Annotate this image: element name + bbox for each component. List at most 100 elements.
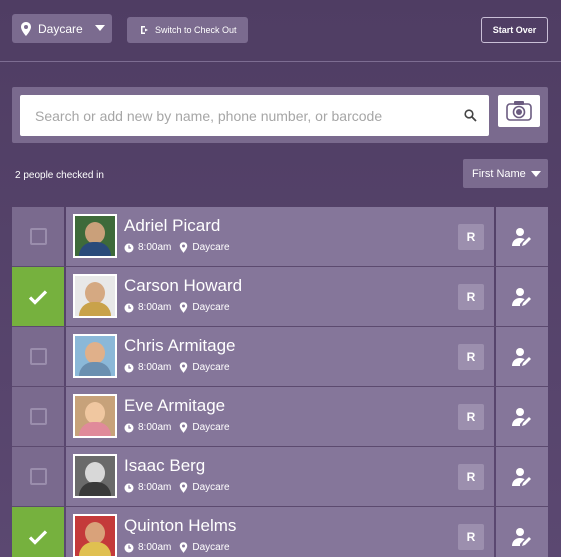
sort-label: First Name [472,167,526,180]
edit-person-button[interactable] [496,327,548,386]
person-location: Daycare [192,302,230,313]
sort-select[interactable]: First Name [463,159,548,188]
person-meta: 8:00am Daycare [124,242,230,253]
checkin-time: 8:00am [138,422,172,433]
checkin-time: 8:00am [138,362,172,373]
map-pin-icon [180,482,188,493]
reprint-button[interactable]: R [458,464,484,490]
person-info[interactable]: Adriel Picard 8:00am Daycare R [66,207,494,266]
clock-icon [124,423,134,432]
person-location: Daycare [192,242,230,253]
camera-icon [506,101,532,121]
person-name: Chris Armitage [124,336,236,355]
person-meta: 8:00am Daycare [124,302,230,313]
person-location: Daycare [192,422,230,433]
edit-user-icon [512,347,531,366]
person-name: Carson Howard [124,276,243,295]
list-item[interactable]: Adriel Picard 8:00am Daycare R [12,207,548,267]
person-name: Adriel Picard [124,216,221,235]
map-pin-icon [21,21,31,36]
start-over-button[interactable]: Start Over [481,17,548,43]
row-checkbox[interactable] [12,507,64,557]
checkin-time: 8:00am [138,482,172,493]
row-checkbox[interactable] [12,387,64,446]
list-item[interactable]: Chris Armitage 8:00am Daycare R [12,327,548,387]
checkin-time: 8:00am [138,302,172,313]
avatar [73,214,117,258]
map-pin-icon [180,542,188,553]
person-location: Daycare [192,542,230,553]
checkbox-box [29,348,47,365]
edit-user-icon [512,527,531,546]
people-list: Adriel Picard 8:00am Daycare R Carson Ho… [12,207,548,557]
person-meta: 8:00am Daycare [124,542,230,553]
person-meta: 8:00am Daycare [124,482,230,493]
checkmark-icon [28,529,48,545]
person-info[interactable]: Eve Armitage 8:00am Daycare R [66,387,494,446]
edit-user-icon [512,227,531,246]
reprint-button[interactable]: R [458,224,484,250]
clock-icon [124,483,134,492]
person-meta: 8:00am Daycare [124,422,230,433]
person-info[interactable]: Quinton Helms 8:00am Daycare R [66,507,494,557]
map-pin-icon [180,242,188,253]
search-icon[interactable] [464,109,477,122]
map-pin-icon [180,422,188,433]
person-location: Daycare [192,482,230,493]
person-meta: 8:00am Daycare [124,362,230,373]
edit-person-button[interactable] [496,267,548,326]
row-checkbox[interactable] [12,267,64,326]
row-checkbox[interactable] [12,327,64,386]
avatar [73,394,117,438]
reprint-button[interactable]: R [458,284,484,310]
list-item[interactable]: Quinton Helms 8:00am Daycare R [12,507,548,557]
avatar [73,334,117,378]
chevron-down-icon [95,25,105,31]
person-location: Daycare [192,362,230,373]
location-label: Daycare [38,21,83,36]
switch-label: Switch to Check Out [155,25,237,35]
checkbox-box [29,228,47,245]
avatar [73,274,117,318]
edit-person-button[interactable] [496,207,548,266]
camera-button[interactable] [498,95,540,127]
edit-user-icon [512,467,531,486]
checkbox-box [29,408,47,425]
location-select[interactable]: Daycare [12,14,112,43]
row-checkbox[interactable] [12,447,64,506]
checkmark-icon [28,289,48,305]
person-info[interactable]: Carson Howard 8:00am Daycare R [66,267,494,326]
top-bar: Daycare Switch to Check Out Start Over [0,0,561,62]
checkin-time: 8:00am [138,542,172,553]
person-name: Quinton Helms [124,516,237,535]
reprint-button[interactable]: R [458,524,484,550]
avatar [73,514,117,557]
edit-user-icon [512,407,531,426]
person-info[interactable]: Isaac Berg 8:00am Daycare R [66,447,494,506]
chevron-down-icon [531,171,541,177]
checkbox-box [29,468,47,485]
search-panel [12,87,548,143]
map-pin-icon [180,302,188,313]
person-info[interactable]: Chris Armitage 8:00am Daycare R [66,327,494,386]
list-item[interactable]: Eve Armitage 8:00am Daycare R [12,387,548,447]
search-box[interactable] [20,95,489,136]
list-item[interactable]: Carson Howard 8:00am Daycare R [12,267,548,327]
clock-icon [124,363,134,372]
map-pin-icon [180,362,188,373]
edit-user-icon [512,287,531,306]
search-input[interactable] [20,95,489,136]
edit-person-button[interactable] [496,387,548,446]
clock-icon [124,543,134,552]
reprint-button[interactable]: R [458,404,484,430]
clock-icon [124,243,134,252]
row-checkbox[interactable] [12,207,64,266]
person-name: Eve Armitage [124,396,226,415]
person-name: Isaac Berg [124,456,206,475]
edit-person-button[interactable] [496,507,548,557]
edit-person-button[interactable] [496,447,548,506]
reprint-button[interactable]: R [458,344,484,370]
avatar [73,454,117,498]
list-item[interactable]: Isaac Berg 8:00am Daycare R [12,447,548,507]
switch-to-checkout-button[interactable]: Switch to Check Out [127,17,248,43]
